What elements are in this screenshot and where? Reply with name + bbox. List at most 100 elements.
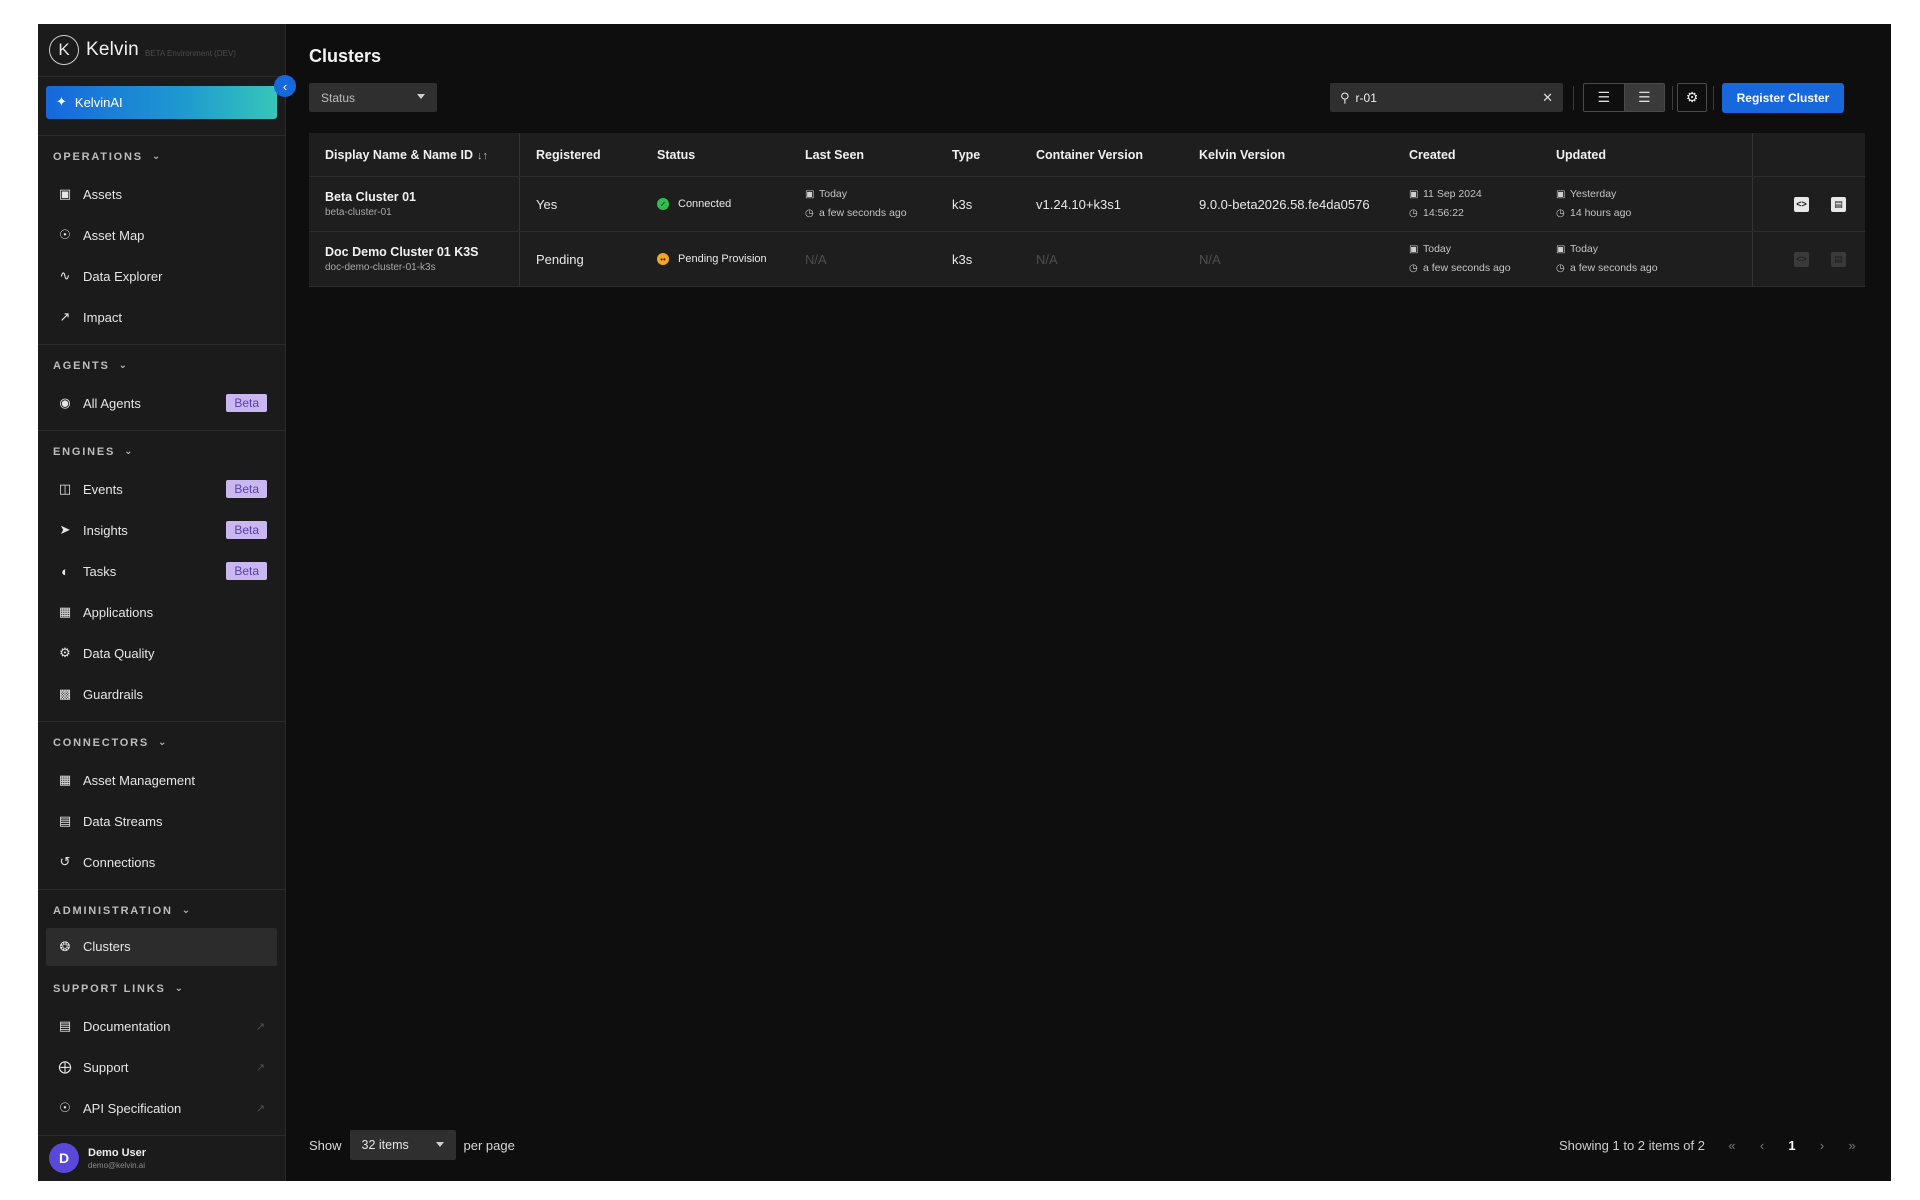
sidebar-item-asset-management[interactable]: ▦ Asset Management — [38, 760, 277, 801]
pagination-summary: Showing 1 to 2 items of 2 — [1559, 1137, 1705, 1153]
sidebar-item-all-agents[interactable]: ◉ All Agents Beta — [38, 383, 277, 424]
sidebar-item-clusters[interactable]: ❂ Clusters — [46, 927, 277, 966]
status-filter-select[interactable]: Status — [309, 83, 437, 112]
header-kelvin-version[interactable]: Kelvin Version — [1183, 133, 1393, 176]
calendar-icon: ▣ — [1556, 189, 1566, 200]
globe-icon: ☉ — [59, 227, 71, 243]
sidebar-item-events[interactable]: ◫ Events Beta — [38, 469, 277, 510]
sidebar-item-guardrails[interactable]: ▩ Guardrails — [38, 674, 277, 715]
kelvinai-button[interactable]: ✦ KelvinAI — [46, 86, 277, 119]
register-cluster-button[interactable]: Register Cluster — [1722, 83, 1844, 113]
next-page-button[interactable]: › — [1807, 1138, 1837, 1153]
cluster-registered: Yes — [536, 196, 558, 212]
cluster-name-id: beta-cluster-01 — [325, 207, 392, 218]
header-updated[interactable]: Updated — [1540, 133, 1752, 176]
cluster-type: k3s — [952, 196, 973, 212]
header-container-version[interactable]: Container Version — [1020, 133, 1183, 176]
user-profile[interactable]: D Demo User demo@kelvin.ai — [38, 1134, 285, 1181]
external-link-icon: ↗ — [255, 1102, 265, 1115]
items-per-page-select[interactable]: 32 items — [349, 1130, 456, 1160]
header-name[interactable]: Display Name & Name ID ↓↑ — [309, 133, 520, 176]
sidebar: K Kelvin BETA Environment (DEV) ‹ ✦ Kelv… — [38, 24, 296, 1181]
sidebar-item-asset-map[interactable]: ☉ Asset Map — [38, 215, 277, 256]
events-icon: ◫ — [58, 481, 72, 497]
prev-page-button[interactable]: ‹ — [1747, 1138, 1777, 1153]
search-icon: ⚲ — [1340, 89, 1350, 105]
sidebar-item-assets[interactable]: ▣ Assets — [38, 174, 277, 215]
sidebar-item-applications[interactable]: ▦ Applications — [38, 592, 277, 633]
chevron-down-icon: ⌄ — [181, 905, 191, 917]
compact-rows-icon: ☰ — [1597, 89, 1611, 105]
page-number[interactable]: 1 — [1777, 1138, 1807, 1153]
clock-icon: ◷ — [1556, 263, 1565, 274]
lifebuoy-icon: ⨁ — [58, 1059, 72, 1075]
chevron-down-icon: ⌄ — [151, 151, 161, 163]
beta-badge: Beta — [226, 394, 267, 413]
header-registered[interactable]: Registered — [520, 133, 641, 176]
sidebar-item-support[interactable]: ⨁ Support ↗ — [38, 1047, 277, 1088]
section-header-agents[interactable]: AGENTS ⌄ — [38, 349, 285, 383]
section-header-operations[interactable]: OPERATIONS ⌄ — [38, 140, 285, 174]
comfortable-view-button[interactable]: ☰ — [1623, 84, 1664, 111]
compact-view-button[interactable]: ☰ — [1584, 84, 1624, 111]
last-page-button[interactable]: » — [1837, 1138, 1867, 1153]
cluster-type: k3s — [952, 251, 973, 267]
metrics-icon[interactable]: ▤ — [1831, 196, 1846, 212]
table-settings-button[interactable]: ⚙ — [1677, 83, 1707, 112]
chevron-down-icon: ⌄ — [118, 360, 128, 372]
sidebar-item-data-streams[interactable]: ▤ Data Streams — [38, 801, 277, 842]
sidebar-item-data-quality[interactable]: ⚙ Data Quality — [38, 633, 277, 674]
table-row[interactable]: Beta Cluster 01 beta-cluster-01 Yes ✓ Con… — [309, 177, 1865, 232]
header-type[interactable]: Type — [936, 133, 1020, 176]
sidebar-item-impact[interactable]: ↗ Impact — [38, 297, 277, 338]
last-seen: N/A — [805, 251, 827, 267]
kelvin-version: N/A — [1199, 251, 1221, 267]
sidebar-item-documentation[interactable]: ▤ Documentation ↗ — [38, 1006, 277, 1047]
code-view-icon[interactable]: <> — [1794, 196, 1809, 212]
chevron-down-icon: ⌄ — [174, 983, 184, 995]
clear-search-icon[interactable]: ✕ — [1542, 90, 1553, 106]
check-circle-icon: ✓ — [657, 198, 669, 210]
document-icon: ▤ — [58, 1018, 72, 1034]
gear-icon: ⚙ — [59, 645, 71, 661]
page-title: Clusters — [309, 46, 382, 66]
kelvin-logo-icon: K — [49, 35, 79, 65]
calendar-icon: ▣ — [1409, 189, 1419, 200]
section-engines: ENGINES ⌄ ◫ Events Beta ➤ Insights Beta ◐ Task… — [38, 429, 285, 721]
chevron-down-icon: ⌄ — [158, 737, 167, 749]
cluster-display-name[interactable]: Doc Demo Cluster 01 K3S — [325, 245, 519, 259]
section-administration: ADMINISTRATION ⌄ ❂ Clusters — [38, 888, 285, 968]
divider — [1573, 86, 1574, 110]
sidebar-item-api-specification[interactable]: ☉ API Specification ↗ — [38, 1088, 277, 1129]
first-page-button[interactable]: « — [1717, 1138, 1747, 1153]
assets-icon: ▣ — [58, 186, 72, 202]
agent-icon: ◉ — [59, 395, 71, 411]
section-operations: OPERATIONS ⌄ ▣ Assets ☉ Asset Map ∿ Data Exp… — [38, 134, 285, 344]
sidebar-item-tasks[interactable]: ◐ Tasks Beta — [38, 551, 277, 592]
pulse-icon: ∿ — [59, 268, 71, 284]
cluster-registered: Pending — [536, 251, 584, 267]
cluster-display-name[interactable]: Beta Cluster 01 — [325, 190, 519, 204]
header-actions — [1752, 133, 1865, 176]
caret-down-icon — [417, 94, 425, 99]
search-input[interactable]: ⚲ r-01 ✕ — [1330, 83, 1563, 112]
pagination: Showing 1 to 2 items of 2 « ‹ 1 › » — [1559, 1130, 1867, 1160]
section-connectors: CONNECTORS ⌄ ▦ Asset Management ▤ Data Stre… — [38, 720, 285, 889]
collapse-sidebar-button[interactable]: ‹ — [274, 75, 296, 97]
section-header-engines[interactable]: ENGINES ⌄ — [38, 435, 285, 469]
table-row[interactable]: Doc Demo Cluster 01 K3S doc-demo-cluster… — [309, 232, 1865, 287]
header-status[interactable]: Status — [641, 133, 789, 176]
header-last-seen[interactable]: Last Seen — [789, 133, 936, 176]
external-link-icon: ↗ — [255, 1020, 265, 1033]
section-agents: AGENTS ⌄ ◉ All Agents Beta — [38, 343, 285, 430]
section-header-connectors[interactable]: CONNECTORS ⌄ — [38, 726, 285, 760]
header-created[interactable]: Created — [1393, 133, 1540, 176]
sidebar-item-insights[interactable]: ➤ Insights Beta — [38, 510, 277, 551]
divider — [1672, 86, 1673, 110]
table-header-row: Display Name & Name ID ↓↑ Registered Stat… — [309, 133, 1865, 177]
status-badge: ✓ Connected — [657, 198, 789, 210]
section-header-administration[interactable]: ADMINISTRATION ⌄ — [38, 894, 285, 928]
section-header-support-links[interactable]: SUPPORT LINKS ⌄ — [38, 972, 285, 1006]
sidebar-item-connections[interactable]: ↺ Connections — [38, 842, 277, 883]
sidebar-item-data-explorer[interactable]: ∿ Data Explorer — [38, 256, 277, 297]
